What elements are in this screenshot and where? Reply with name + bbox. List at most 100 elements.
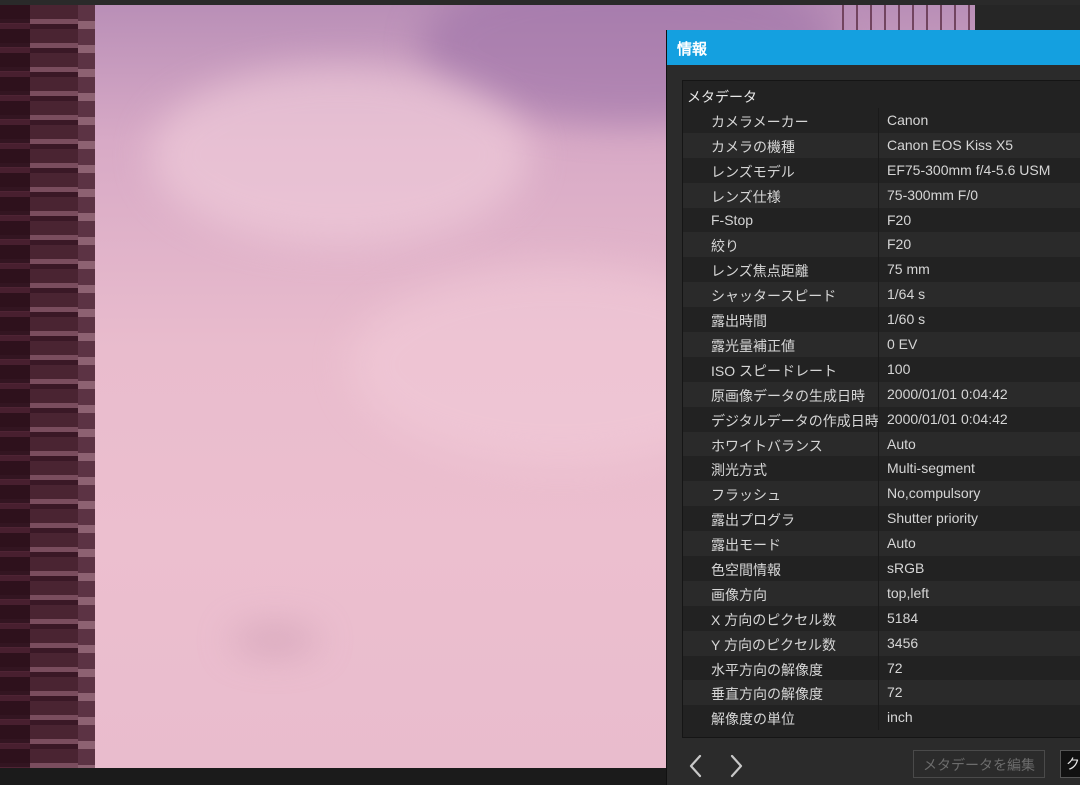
edit-metadata-button[interactable]: メタデータを編集 [913, 750, 1045, 778]
column-divider [878, 506, 879, 532]
metadata-row[interactable]: 水平方向の解像度 72 [683, 655, 1080, 681]
metadata-row[interactable]: デジタルデータの作成日時 2000/01/01 0:04:42 [683, 406, 1080, 432]
metadata-key: 原画像データの生成日時 [711, 387, 865, 404]
column-divider [878, 630, 879, 656]
metadata-key: デジタルデータの作成日時 [711, 412, 879, 429]
metadata-key: 解像度の単位 [711, 711, 795, 728]
metadata-key: レンズ焦点距離 [711, 263, 809, 280]
metadata-value: Multi-segment [887, 460, 975, 477]
metadata-value: Shutter priority [887, 510, 979, 527]
metadata-value: 5184 [887, 609, 919, 626]
metadata-key: ISO スピードレート [711, 362, 838, 379]
metadata-value: 2000/01/01 0:04:42 [887, 385, 1008, 402]
metadata-value: 1/64 s [887, 286, 926, 303]
metadata-key: レンズ仕様 [711, 188, 781, 205]
column-divider [878, 182, 879, 208]
metadata-key: ホワイトバランス [711, 437, 823, 454]
metadata-key: 絞り [711, 238, 739, 255]
info-panel: 情報 メタデータ カメラメーカー Canon カメラの機種 Canon EOS Kis… [666, 30, 1080, 785]
metadata-row[interactable]: 解像度の単位 inch [683, 705, 1080, 731]
column-divider [878, 705, 879, 731]
metadata-row[interactable]: 画像方向 top,left [683, 580, 1080, 606]
metadata-row[interactable]: ホワイトバランス Auto [683, 431, 1080, 457]
metadata-row[interactable]: 露出時間 1/60 s [683, 307, 1080, 333]
metadata-row[interactable]: 垂直方向の解像度 72 [683, 680, 1080, 706]
metadata-key: フラッシュ [711, 487, 781, 504]
column-divider [878, 132, 879, 158]
metadata-value: sRGB [887, 560, 925, 577]
metadata-value: F20 [887, 211, 912, 228]
metadata-row[interactable]: シャッタースピード 1/64 s [683, 282, 1080, 308]
metadata-value: F20 [887, 236, 912, 253]
metadata-value: Auto [887, 535, 916, 552]
chevron-left-icon [689, 754, 702, 778]
column-divider [878, 257, 879, 283]
metadata-section-header[interactable]: メタデータ [687, 87, 757, 107]
metadata-key: レンズモデル [711, 163, 795, 180]
column-divider [878, 307, 879, 333]
cloud [230, 625, 320, 655]
metadata-row[interactable]: 測光方式 Multi-segment [683, 456, 1080, 482]
metadata-key: カメラの機種 [711, 138, 795, 155]
metadata-row[interactable]: カメラの機種 Canon EOS Kiss X5 [683, 132, 1080, 158]
metadata-row[interactable]: フラッシュ No,compulsory [683, 481, 1080, 507]
metadata-value: Auto [887, 435, 916, 452]
column-divider [878, 381, 879, 407]
column-divider [878, 556, 879, 581]
metadata-key: Y 方向のピクセル数 [711, 636, 836, 653]
metadata-row[interactable]: カメラメーカー Canon [683, 108, 1080, 133]
bottom-bar [0, 768, 668, 785]
metadata-value: top,left [887, 584, 930, 601]
building-shadow [0, 5, 30, 768]
metadata-row[interactable]: レンズ仕様 75-300mm F/0 [683, 182, 1080, 208]
panel-titlebar[interactable]: 情報 [667, 30, 1080, 65]
building-edge [78, 5, 95, 768]
metadata-row[interactable]: F-Stop F20 [683, 207, 1080, 233]
metadata-row[interactable]: 露出プログラ Shutter priority [683, 506, 1080, 532]
app-window: 情報 メタデータ カメラメーカー Canon カメラの機種 Canon EOS Kis… [0, 0, 1080, 785]
column-divider [878, 232, 879, 258]
metadata-key: 測光方式 [711, 462, 767, 479]
metadata-value: 72 [887, 684, 903, 701]
metadata-value: Canon EOS Kiss X5 [887, 136, 1014, 153]
metadata-row[interactable]: X 方向のピクセル数 5184 [683, 605, 1080, 631]
metadata-key: 垂直方向の解像度 [711, 686, 823, 703]
metadata-value: 2000/01/01 0:04:42 [887, 410, 1008, 427]
column-divider [878, 108, 879, 133]
metadata-value: 100 [887, 360, 911, 377]
metadata-row[interactable]: 露出モード Auto [683, 531, 1080, 557]
metadata-value: 3456 [887, 634, 919, 651]
column-divider [878, 680, 879, 706]
column-divider [878, 580, 879, 606]
column-divider [878, 431, 879, 457]
metadata-row[interactable]: Y 方向のピクセル数 3456 [683, 630, 1080, 656]
next-button[interactable] [725, 752, 747, 780]
column-divider [878, 456, 879, 482]
column-divider [878, 332, 879, 357]
column-divider [878, 207, 879, 233]
metadata-key: カメラメーカー [711, 114, 809, 130]
metadata-rows: カメラメーカー Canon カメラの機種 Canon EOS Kiss X5 レンズモデ… [683, 108, 1080, 731]
metadata-value: 1/60 s [887, 311, 926, 328]
column-divider [878, 655, 879, 681]
metadata-row[interactable]: 露光量補正値 0 EV [683, 332, 1080, 357]
metadata-row[interactable]: ISO スピードレート 100 [683, 356, 1080, 382]
metadata-value: 0 EV [887, 336, 918, 353]
metadata-row[interactable]: 色空間情報 sRGB [683, 556, 1080, 581]
metadata-value: 75-300mm F/0 [887, 186, 979, 203]
panel-footer: メタデータを編集 ク [667, 736, 1080, 785]
metadata-row[interactable]: レンズ焦点距離 75 mm [683, 257, 1080, 283]
metadata-list[interactable]: メタデータ カメラメーカー Canon カメラの機種 Canon EOS Kiss X… [682, 80, 1080, 738]
metadata-key: 水平方向の解像度 [711, 661, 823, 678]
column-divider [878, 605, 879, 631]
metadata-row[interactable]: レンズモデル EF75-300mm f/4-5.6 USM [683, 157, 1080, 183]
metadata-row[interactable]: 絞り F20 [683, 232, 1080, 258]
metadata-value: EF75-300mm f/4-5.6 USM [887, 161, 1051, 178]
metadata-row[interactable]: 原画像データの生成日時 2000/01/01 0:04:42 [683, 381, 1080, 407]
previous-button[interactable] [685, 752, 707, 780]
chevron-right-icon [730, 754, 743, 778]
metadata-key: 露光量補正値 [711, 338, 795, 355]
antenna-structure [842, 5, 972, 33]
metadata-key: 露出プログラ [711, 512, 795, 529]
close-button[interactable]: ク [1060, 750, 1080, 778]
